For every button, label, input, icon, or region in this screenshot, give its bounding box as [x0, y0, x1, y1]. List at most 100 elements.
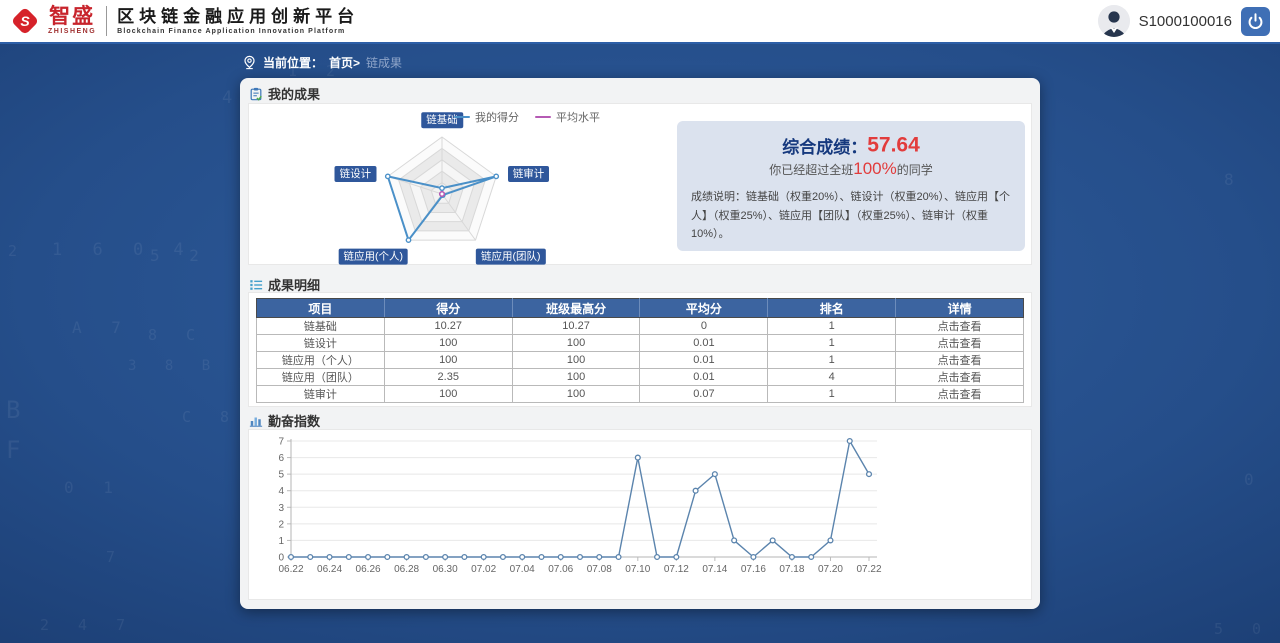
table-row: 链应用（团队）2.351000.014点击查看: [257, 369, 1024, 386]
app-header: S 智盛 ZHISHENG 区块链金融应用创新平台 Blockchain Fin…: [0, 0, 1280, 44]
logo-icon: S: [10, 6, 40, 36]
view-detail-link[interactable]: 点击查看: [896, 318, 1024, 335]
logo-divider: [106, 6, 107, 36]
logout-button[interactable]: [1241, 7, 1270, 36]
table-cell: 2.35: [384, 369, 512, 386]
background-glyph: 1 6 0 4: [52, 240, 194, 260]
bar-chart-icon: [249, 414, 263, 428]
svg-text:7: 7: [278, 437, 284, 448]
svg-text:07.18: 07.18: [779, 564, 804, 575]
section-title-achievement: 我的成果: [249, 84, 320, 103]
breadcrumb-home-link[interactable]: 首页>: [329, 54, 360, 71]
svg-text:07.14: 07.14: [702, 564, 727, 575]
table-header-cell: 详情: [896, 299, 1024, 318]
table-cell: 链审计: [257, 386, 385, 403]
background-glyph: B: [6, 396, 30, 424]
view-detail-link[interactable]: 点击查看: [896, 369, 1024, 386]
table-cell: 1: [768, 335, 896, 352]
table-cell: 链设计: [257, 335, 385, 352]
table-header-row: 项目得分班级最高分平均分排名详情: [257, 299, 1024, 318]
background-glyph: C 8: [182, 408, 239, 426]
table-row: 链审计1001000.071点击查看: [257, 386, 1024, 403]
table-cell: 0.01: [640, 352, 768, 369]
radar-axis-label: 链应用(团队): [476, 248, 546, 264]
score-label: 综合成绩：: [782, 138, 867, 157]
background-glyph: F: [6, 436, 30, 464]
user-id: S1000100016: [1139, 13, 1232, 30]
table-cell: 1: [768, 318, 896, 335]
view-detail-link[interactable]: 点击查看: [896, 352, 1024, 369]
list-icon: [249, 278, 263, 292]
legend-label: 平均水平: [556, 109, 600, 125]
table-cell: 100: [384, 386, 512, 403]
svg-text:07.08: 07.08: [587, 564, 612, 575]
table-cell: 4: [768, 369, 896, 386]
svg-text:07.12: 07.12: [664, 564, 689, 575]
svg-text:07.10: 07.10: [625, 564, 650, 575]
power-icon: [1247, 13, 1264, 30]
background-glyph: 8 C: [148, 326, 205, 344]
table-row: 链基础10.2710.2701点击查看: [257, 318, 1024, 335]
legend-label: 我的得分: [475, 109, 519, 125]
score-card: 综合成绩：57.64 你已经超过全班100%的同学 成绩说明：链基础（权重20%…: [677, 121, 1025, 251]
svg-text:07.20: 07.20: [818, 564, 843, 575]
location-pin-icon: [242, 55, 257, 70]
table-cell: 10.27: [512, 318, 640, 335]
breadcrumb-label: 当前位置：: [263, 54, 323, 71]
table-cell: 0: [640, 318, 768, 335]
svg-text:06.22: 06.22: [278, 564, 303, 575]
svg-text:06.30: 06.30: [433, 564, 458, 575]
platform-subtitle: Blockchain Finance Application Innovatio…: [117, 27, 359, 36]
achievement-box: 链基础链审计链应用(团队)链应用(个人)链设计 我的得分平均水平 综合成绩：57…: [248, 103, 1032, 265]
view-detail-link[interactable]: 点击查看: [896, 386, 1024, 403]
radar-axis-label: 链应用(个人): [338, 248, 408, 264]
table-header-cell: 排名: [768, 299, 896, 318]
svg-text:07.22: 07.22: [856, 564, 881, 575]
background-glyph: 0 1: [64, 478, 123, 497]
svg-text:4: 4: [278, 486, 284, 497]
radar-axis-label: 链审计: [508, 166, 550, 182]
section-title-diligence: 勤奋指数: [249, 411, 320, 430]
clipboard-icon: [249, 87, 263, 101]
breadcrumb-current: 链成果: [366, 54, 402, 71]
svg-text:5: 5: [278, 470, 284, 481]
score-description: 成绩说明：链基础（权重20%）、链设计（权重20%）、链应用【个人】（权重25%…: [677, 188, 1025, 244]
detail-box: 项目得分班级最高分平均分排名详情 链基础10.2710.2701点击查看链设计1…: [248, 292, 1032, 407]
background-glyph: 2: [8, 242, 27, 260]
logo-subtext: ZHISHENG: [48, 28, 96, 36]
radar-legend: 我的得分 平均水平: [454, 109, 600, 125]
table-header-cell: 项目: [257, 299, 385, 318]
svg-text:07.06: 07.06: [548, 564, 573, 575]
legend-item[interactable]: 平均水平: [535, 109, 600, 125]
table-cell: 0.01: [640, 369, 768, 386]
platform-title: 区块链金融应用创新平台: [117, 7, 359, 27]
background-glyph: 7: [106, 548, 125, 566]
table-header-cell: 平均分: [640, 299, 768, 318]
table-cell: 100: [512, 335, 640, 352]
legend-item[interactable]: 我的得分: [454, 109, 519, 125]
diligence-box: 0123456706.2206.2406.2606.2806.3007.0207…: [248, 429, 1032, 600]
legend-marker: [454, 116, 470, 118]
table-cell: 10.27: [384, 318, 512, 335]
logo-link[interactable]: S 智盛 ZHISHENG 区块链金融应用创新平台 Blockchain Fin…: [10, 0, 359, 42]
svg-text:6: 6: [278, 453, 284, 464]
table-cell: 100: [384, 352, 512, 369]
section-title-text: 我的成果: [268, 84, 320, 103]
table-cell: 链应用（个人）: [257, 352, 385, 369]
view-detail-link[interactable]: 点击查看: [896, 335, 1024, 352]
background-glyph: 5 0: [1214, 620, 1271, 638]
table-header-cell: 班级最高分: [512, 299, 640, 318]
breadcrumb: 当前位置： 首页> 链成果: [242, 54, 402, 71]
user-avatar[interactable]: [1098, 5, 1130, 37]
svg-text:0: 0: [278, 553, 284, 564]
svg-text:07.04: 07.04: [510, 564, 535, 575]
radar-axis-label: 链设计: [335, 166, 377, 182]
table-cell: 100: [384, 335, 512, 352]
svg-text:06.26: 06.26: [356, 564, 381, 575]
svg-text:3: 3: [278, 503, 284, 514]
svg-text:S: S: [20, 13, 30, 29]
table-cell: 0.07: [640, 386, 768, 403]
table-row: 链应用（个人）1001000.011点击查看: [257, 352, 1024, 369]
table-cell: 100: [512, 352, 640, 369]
table-header-cell: 得分: [384, 299, 512, 318]
